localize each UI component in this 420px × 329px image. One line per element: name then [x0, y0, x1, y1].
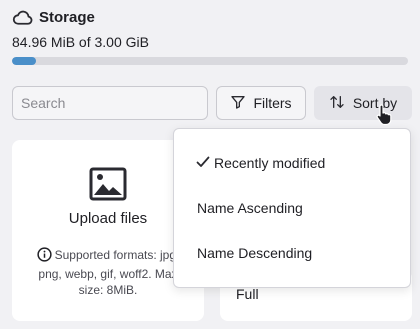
sort-option-label: Name Ascending — [197, 200, 303, 216]
info-icon — [36, 247, 52, 266]
sort-option-name-ascending[interactable]: Name Ascending — [174, 188, 410, 228]
storage-title: Storage — [39, 8, 95, 26]
filter-icon — [230, 94, 246, 113]
upload-note-text: Supported formats: jpg, — [54, 248, 180, 262]
hand-pointer-cursor-icon — [375, 104, 393, 131]
cloud-icon — [12, 8, 34, 26]
storage-usage-text: 84.96 MiB of 3.00 GiB — [12, 34, 149, 50]
sort-menu: Recently modified Name Ascending Name De… — [173, 128, 411, 288]
sort-option-name-descending[interactable]: Name Descending — [174, 233, 410, 273]
sort-button[interactable]: Sort by — [314, 86, 412, 120]
sort-option-label: Recently modified — [214, 155, 326, 171]
upload-note-line: size: 8MiB. — [78, 283, 138, 297]
check-icon — [196, 155, 214, 171]
sort-option-recently-modified[interactable]: Recently modified — [174, 143, 410, 183]
search-input[interactable] — [12, 86, 208, 120]
filters-label: Filters — [253, 95, 292, 111]
filters-button[interactable]: Filters — [216, 86, 306, 120]
storage-progress-bar — [12, 57, 408, 65]
storage-progress-fill — [12, 57, 36, 65]
image-icon — [89, 167, 127, 206]
sort-arrows-icon — [329, 94, 345, 113]
storage-header: Storage — [12, 8, 95, 26]
file-card-label: Full — [236, 286, 259, 302]
sort-option-label: Name Descending — [197, 245, 313, 261]
